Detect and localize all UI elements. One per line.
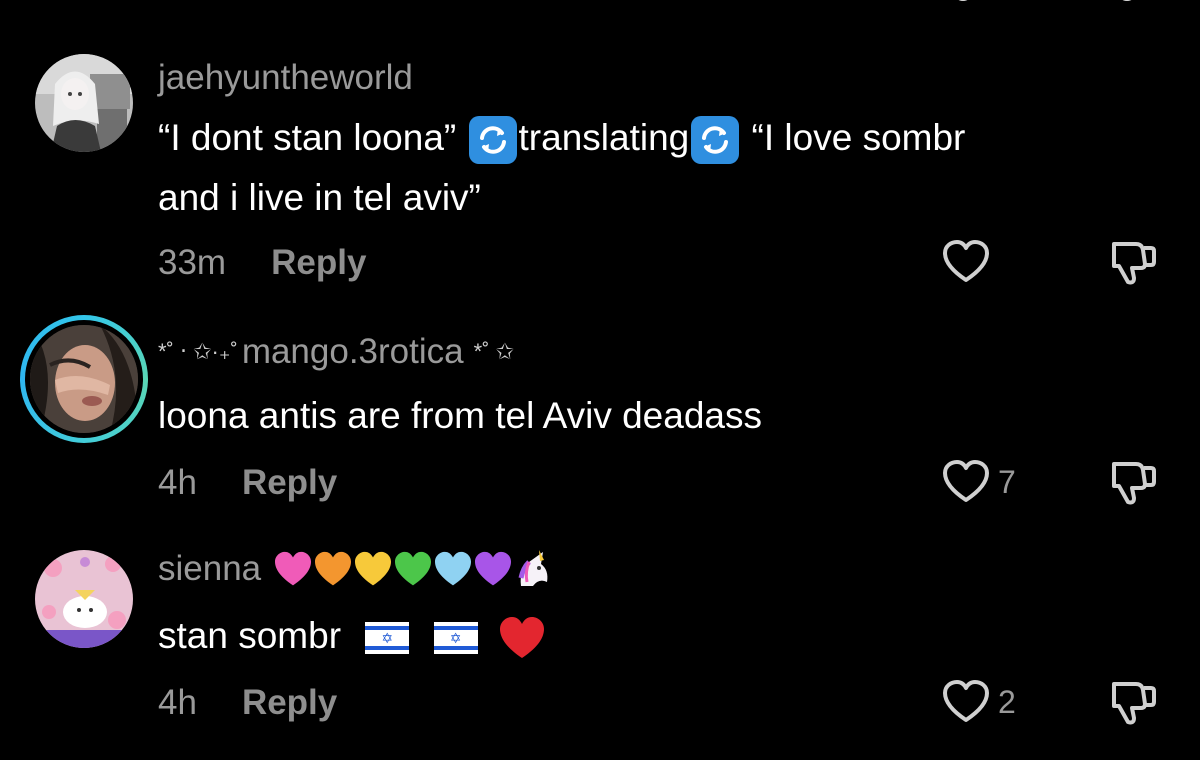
comment-text: stan sombr ✡ ✡ [158,606,546,666]
comments-screen: jaehyuntheworld “I dont stan loona” tran… [0,0,1200,760]
comment-text: “I dont stan loona” translating “I love … [158,108,1178,228]
reply-button[interactable]: Reply [271,243,366,283]
comment-text-part: “I love sombr [751,117,966,158]
avatar-story-ring[interactable] [20,315,148,443]
reply-button[interactable]: Reply [242,463,337,503]
comment-text-part: translating [518,117,690,158]
dislike-button[interactable] [1108,678,1158,731]
comment-text-part: “I dont stan loona” [158,117,467,158]
like-icon-cutoff [953,0,973,1]
timestamp: 4h [158,463,197,502]
yellow-heart-icon [355,551,392,586]
comment-username[interactable]: jaehyuntheworld [158,58,413,98]
heart-outline-icon [943,240,989,282]
thumbs-down-icon [1112,462,1156,505]
light-blue-heart-icon [435,551,472,586]
thumbs-down-icon [1112,682,1156,725]
comment-text-part: stan sombr [158,615,342,656]
israel-flag-icon: ✡ [433,622,478,655]
comment-username-row[interactable]: *˚ ‧ ✩·₊˚ mango.3rotica *˚ ✩ [158,332,514,372]
pink-heart-icon [275,551,312,586]
translate-arrows-icon [468,116,517,165]
comment-username[interactable]: mango.3rotica [242,332,464,372]
previous-comment-cutoff [0,0,1200,8]
comment-meta: 4h Reply [158,463,337,503]
username-decoration: *˚ ‧ ✩·₊˚ [158,339,238,364]
unicorn-icon [518,550,548,586]
timestamp: 33m [158,243,227,282]
like-button[interactable]: 7 [942,460,1016,504]
green-heart-icon [395,551,432,586]
like-button[interactable]: 2 [942,680,1016,724]
heart-outline-icon [943,460,989,502]
like-button[interactable] [942,240,990,284]
dislike-icon-cutoff [1117,0,1137,1]
dislike-button[interactable] [1108,458,1158,511]
heart-outline-icon [943,680,989,722]
timestamp: 4h [158,683,197,722]
comment-username[interactable]: sienna [158,549,261,589]
comment-meta: 33m Reply [158,243,366,283]
orange-heart-icon [315,551,352,586]
comment-meta: 4h Reply [158,683,337,723]
avatar[interactable] [30,325,138,433]
dislike-button[interactable] [1108,238,1158,291]
comment-text-part: and i live in tel aviv” [158,177,481,218]
reply-button[interactable]: Reply [242,683,337,723]
comment-username-row[interactable]: sienna [158,548,555,590]
translate-arrows-icon [691,116,740,165]
avatar[interactable] [35,550,133,648]
thumbs-down-icon [1112,242,1156,285]
like-count: 7 [998,463,1016,500]
purple-heart-icon [475,551,512,586]
israel-flag-icon: ✡ [365,622,410,655]
comment-text: loona antis are from tel Aviv deadass [158,395,762,436]
avatar[interactable] [35,54,133,152]
red-heart-icon [499,617,544,659]
like-count: 2 [998,683,1016,720]
username-decoration: *˚ ✩ [473,339,515,364]
